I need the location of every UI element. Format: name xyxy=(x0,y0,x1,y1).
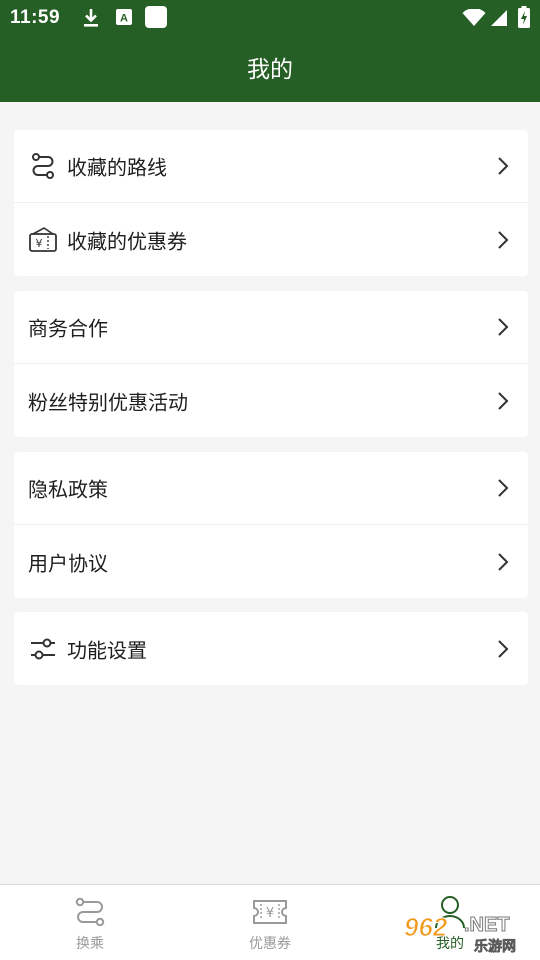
menu-item-user-agreement[interactable]: 用户协议 xyxy=(14,525,528,598)
svg-text:A: A xyxy=(120,13,128,25)
watermark-suffix: .NET xyxy=(464,914,511,937)
square-icon xyxy=(145,6,167,28)
menu-item-favorite-routes[interactable]: 收藏的路线 xyxy=(14,130,528,203)
watermark-text: 乐游网 xyxy=(474,939,517,956)
chevron-right-icon xyxy=(498,479,509,497)
nav-label: 优惠券 xyxy=(249,936,291,952)
nav-tab-transfer[interactable]: 换乘 xyxy=(0,885,180,960)
menu-item-privacy-policy[interactable]: 隐私政策 xyxy=(14,452,528,525)
chevron-right-icon xyxy=(498,157,509,175)
menu-group-favorites: 收藏的路线 ¥ 收藏的优惠券 xyxy=(14,130,528,276)
chevron-right-icon xyxy=(498,552,509,571)
nav-tab-coupons[interactable]: ¥ 优惠券 xyxy=(180,885,360,960)
menu-item-label: 商务合作 xyxy=(28,316,108,341)
ticket-icon: ¥ xyxy=(253,900,287,924)
menu-item-label: 用户协议 xyxy=(28,551,108,575)
svg-text:¥: ¥ xyxy=(36,237,43,250)
watermark-number: 962 xyxy=(403,912,448,943)
menu-item-business-cooperation[interactable]: 商务合作 xyxy=(14,291,528,364)
watermark-logo: 962 .NET 乐游网 xyxy=(403,912,536,956)
menu-item-fan-offers[interactable]: 粉丝特别优惠活动 xyxy=(14,364,528,437)
menu-item-label: 收藏的路线 xyxy=(67,155,167,180)
menu-item-label: 粉丝特别优惠活动 xyxy=(28,390,188,414)
menu-item-label: 收藏的优惠券 xyxy=(67,229,187,253)
wifi-icon xyxy=(462,9,486,26)
coupon-icon: ¥ xyxy=(29,226,57,252)
status-time: 11:59 xyxy=(10,7,61,28)
download-icon xyxy=(84,9,98,27)
status-bar: 11:59 A xyxy=(0,0,540,36)
nav-label: 换乘 xyxy=(76,936,104,952)
sliders-icon xyxy=(31,638,55,659)
menu-group-settings: 功能设置 xyxy=(14,612,528,685)
page-title: 我的 xyxy=(247,57,293,83)
menu-item-favorite-coupons[interactable]: ¥ 收藏的优惠券 xyxy=(14,203,528,276)
menu-group-legal: 隐私政策 用户协议 xyxy=(14,452,528,598)
battery-icon xyxy=(518,6,530,28)
menu-item-label: 隐私政策 xyxy=(28,477,108,502)
chevron-right-icon xyxy=(498,639,509,658)
transfer-icon xyxy=(75,897,105,927)
chevron-right-icon xyxy=(498,391,509,410)
signal-icon xyxy=(491,10,507,26)
svg-text:¥: ¥ xyxy=(266,906,274,921)
chevron-right-icon xyxy=(498,230,509,249)
menu-item-settings[interactable]: 功能设置 xyxy=(14,612,528,685)
route-icon xyxy=(32,153,54,179)
menu-group-business: 商务合作 粉丝特别优惠活动 xyxy=(14,291,528,437)
top-bar: 11:59 A 我的 xyxy=(0,0,540,102)
menu-item-label: 功能设置 xyxy=(67,638,147,662)
a-icon: A xyxy=(116,9,132,25)
chevron-right-icon xyxy=(498,318,509,336)
